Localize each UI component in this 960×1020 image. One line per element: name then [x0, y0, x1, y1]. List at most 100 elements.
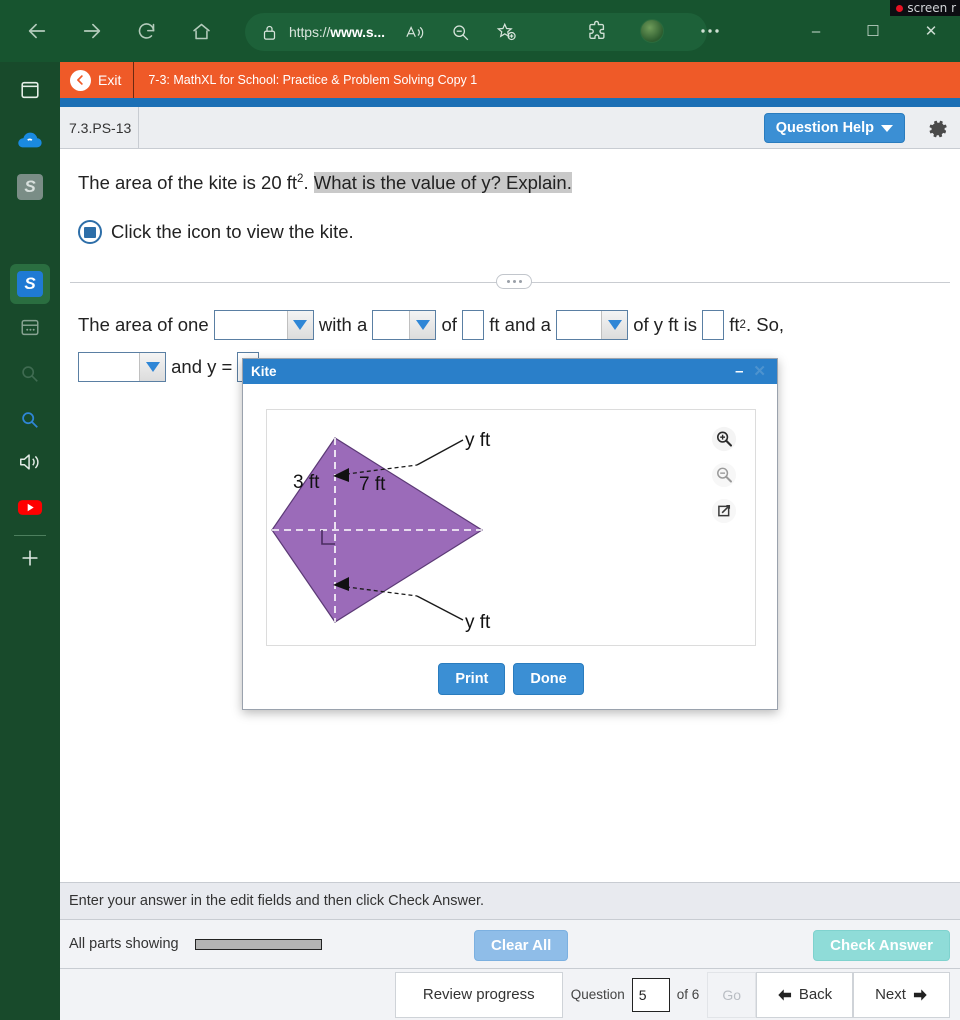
hint-text: Enter your answer in the edit fields and…: [69, 893, 485, 909]
dropdown-measure-1[interactable]: [372, 310, 437, 340]
chevron-down-icon: [293, 320, 308, 330]
question-help-button[interactable]: Question Help: [763, 113, 905, 143]
browser-reload-button[interactable]: [127, 12, 165, 50]
of-total-label: of 6: [676, 987, 700, 1002]
view-kite-instruction: Click the icon to view the kite.: [111, 221, 354, 242]
drag-handle[interactable]: [496, 274, 532, 289]
edge-sidebar: S S: [0, 62, 60, 1020]
close-glyph: ✕: [924, 23, 938, 40]
kite-dialog-footer: Print Done: [243, 663, 779, 695]
go-label: Go: [722, 986, 741, 1003]
sidebar-item-app-s-active[interactable]: S: [10, 264, 50, 304]
read-aloud-icon[interactable]: [401, 18, 429, 46]
sidebar-item-sound[interactable]: [10, 444, 50, 484]
assignment-topbar: Exit 7-3: MathXL for School: Practice & …: [60, 62, 960, 98]
check-answer-label: Check Answer: [830, 937, 933, 954]
extensions-icon[interactable]: [578, 12, 616, 50]
recording-label: screen r: [907, 1, 956, 15]
youtube-icon: [17, 498, 43, 522]
blue-accent-strip: [60, 98, 960, 107]
pop-out-button[interactable]: [710, 497, 738, 525]
view-kite-icon-line[interactable]: Click the icon to view the kite.: [78, 220, 354, 244]
app-s-active-icon: S: [17, 271, 43, 297]
screen-recording-indicator: screen r: [890, 0, 960, 16]
row1-text-6: ft: [724, 314, 740, 335]
window-minimize-button[interactable]: –: [795, 12, 837, 50]
sidebar-item-copilot[interactable]: [10, 122, 50, 162]
back-button[interactable]: Back: [756, 971, 853, 1018]
zoom-in-button[interactable]: [710, 425, 738, 453]
arrow-left-icon: [778, 988, 791, 1001]
input-length-1[interactable]: [462, 310, 485, 340]
done-button[interactable]: Done: [513, 663, 584, 695]
check-answer-button[interactable]: Check Answer: [813, 930, 950, 961]
print-button[interactable]: Print: [438, 663, 506, 695]
sidebar-item-collections[interactable]: [10, 310, 50, 350]
row1-text-5: of y ft is: [628, 314, 703, 335]
next-label: Next: [875, 986, 906, 1003]
stem-highlighted-text: What is the value of y? Explain.: [313, 172, 572, 193]
sidebar-item-tab-actions[interactable]: [10, 72, 50, 112]
go-button[interactable]: Go: [707, 971, 756, 1018]
zoom-out-icon: [711, 462, 737, 488]
window-close-button[interactable]: ✕: [910, 12, 952, 50]
question-number-input[interactable]: 5: [631, 977, 670, 1012]
minimize-glyph: –: [811, 22, 821, 40]
input-area-1[interactable]: [702, 310, 725, 340]
chevron-down-icon: [145, 362, 160, 372]
search-icon: [20, 364, 40, 389]
review-progress-label: Review progress: [422, 986, 535, 1003]
kite-dialog-titlebar[interactable]: Kite – ✕: [243, 359, 777, 384]
sidebar-item-search-dim[interactable]: [10, 356, 50, 396]
dropdown-shape-2[interactable]: [78, 352, 166, 382]
kite-dialog-minimize-button[interactable]: –: [728, 364, 750, 379]
row1-text-2: with a: [313, 314, 373, 335]
exit-button[interactable]: Exit: [60, 62, 133, 98]
url-text: https://www.s...: [289, 24, 385, 40]
exit-label: Exit: [98, 72, 122, 88]
hint-bar: Enter your answer in the edit fields and…: [60, 882, 960, 920]
settings-gear-button[interactable]: [926, 117, 950, 141]
add-favorite-icon[interactable]: [493, 18, 521, 46]
assignment-title: 7-3: MathXL for School: Practice & Probl…: [148, 73, 478, 87]
tab-actions-icon: [19, 79, 41, 106]
question-navigator: Question 5 of 6: [562, 971, 708, 1018]
chevron-down-icon: [881, 124, 893, 132]
kite-popup-icon[interactable]: [78, 220, 102, 244]
more-settings-icon[interactable]: [691, 12, 729, 50]
sidebar-item-youtube[interactable]: [10, 490, 50, 530]
dropdown-measure-2[interactable]: [556, 310, 629, 340]
clear-all-button[interactable]: Clear All: [474, 930, 569, 961]
progress-bar: [194, 938, 322, 950]
plus-icon: [19, 547, 41, 574]
chevron-down-icon: [415, 320, 430, 330]
stem-text-a: The area of the kite is 20 ft: [78, 172, 298, 193]
zoom-in-icon: [711, 426, 737, 452]
browser-home-button[interactable]: [182, 12, 220, 50]
kite-dialog: Kite – ✕ 3 ft 7 ft y ft y ft Print Done: [242, 358, 778, 710]
print-label: Print: [455, 671, 489, 687]
profile-avatar[interactable]: [633, 12, 671, 50]
gear-icon: [929, 120, 947, 138]
zoom-out-icon[interactable]: [447, 18, 475, 46]
action-bar: All parts showing Clear All Check Answer: [60, 920, 960, 969]
sidebar-item-add[interactable]: [10, 540, 50, 580]
review-progress-button[interactable]: Review progress: [394, 971, 563, 1018]
kite-dialog-close-button[interactable]: ✕: [750, 364, 769, 379]
browser-forward-button[interactable]: [73, 12, 111, 50]
dropdown-shape-1[interactable]: [213, 310, 314, 340]
sidebar-item-search-blue[interactable]: [10, 402, 50, 442]
browser-back-button[interactable]: [18, 12, 56, 50]
stem-text-b: .: [303, 172, 314, 193]
kite-dialog-title: Kite: [251, 364, 277, 379]
label-top-diagonal: y ft: [465, 430, 491, 451]
row1-text-3: of: [436, 314, 463, 335]
zoom-out-button[interactable]: [710, 461, 738, 489]
question-id-divider: [138, 106, 139, 149]
label-left-segment: 3 ft: [293, 472, 320, 493]
next-button[interactable]: Next: [853, 971, 950, 1018]
sidebar-item-app-s-inactive[interactable]: S: [10, 167, 50, 207]
window-maximize-button[interactable]: ☐: [852, 12, 894, 50]
lock-icon: [255, 18, 283, 46]
arrow-right-icon: [913, 988, 927, 1001]
